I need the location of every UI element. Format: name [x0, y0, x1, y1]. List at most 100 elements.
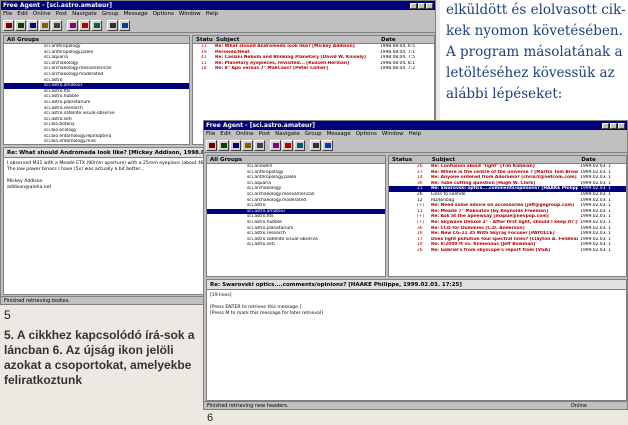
cell-subject: Re: Gabriel's from skyscope's report fro…	[430, 247, 551, 253]
menu-item[interactable]: Window	[179, 11, 201, 17]
col-status[interactable]: Status	[193, 37, 213, 43]
figure-number-6: 6	[207, 412, 214, 424]
message-list: 26 Re: Confusion about "light" [Tim Kahei…	[389, 164, 626, 254]
help-icon	[121, 22, 128, 28]
disconnect-icon	[17, 22, 24, 28]
toolbar-button[interactable]	[242, 139, 253, 151]
minimize-button[interactable]	[602, 122, 609, 129]
groups-pane: All Groups sci.anthropology sci.anthropol…	[3, 35, 190, 145]
message-list: 11 Re: What should Andromeda look like? […	[193, 44, 434, 72]
article-text-column: elküldött és elolvasott cik-kek nyomon k…	[440, 0, 628, 120]
menu-item[interactable]: Help	[409, 131, 422, 137]
toolbar-button[interactable]	[107, 19, 118, 31]
menu-item[interactable]: Online	[236, 131, 254, 137]
menu-item[interactable]: Message	[124, 11, 148, 17]
mark-icon	[272, 142, 279, 148]
toolbar-button[interactable]	[206, 139, 217, 151]
delete-icon	[81, 22, 88, 28]
toolbar-button[interactable]	[79, 19, 90, 31]
col-subject[interactable]: Subject	[429, 157, 578, 163]
print-icon	[93, 22, 100, 28]
toolbar-button[interactable]	[230, 139, 241, 151]
article-pane: Re: Swarovski optics....comments/opinion…	[206, 279, 627, 401]
menu-item[interactable]: Navigate	[275, 131, 300, 137]
post-icon	[232, 142, 239, 148]
menu-item[interactable]: Group	[102, 11, 119, 17]
toolbar-button[interactable]	[294, 139, 305, 151]
caption-text: 5. A cikkhez kapcsolódó írá-sok a láncba…	[4, 328, 195, 387]
close-button[interactable]	[426, 2, 433, 9]
toolbar	[1, 18, 435, 33]
toolbar-button[interactable]	[310, 139, 321, 151]
list-item[interactable]: sci.bio.entomology.misc	[4, 139, 189, 144]
figure-number-5: 5	[4, 308, 11, 322]
forward-icon	[256, 142, 263, 148]
groups-header: All Groups	[210, 156, 243, 163]
figure-caption: 5 5. A cikkhez kapcsolódó írá-sok a lánc…	[4, 308, 200, 388]
group-list: sci.answers sci.anthropology sci.anthropol…	[207, 164, 385, 248]
menu-bar: File Edit Online Post Navigate Group Message Op…	[1, 10, 435, 18]
col-date[interactable]: Date	[578, 157, 626, 163]
col-status[interactable]: Status	[389, 157, 429, 163]
toolbar-button[interactable]	[91, 19, 102, 31]
toolbar-button[interactable]	[67, 19, 78, 31]
cell-subject: Re: 8" Apo versus 7" MakCass? [Peter Col…	[215, 66, 328, 72]
disconnect-icon	[220, 142, 227, 148]
menu-item[interactable]: Options	[356, 131, 377, 137]
menu-item[interactable]: Help	[206, 11, 219, 17]
mark-icon	[69, 22, 76, 28]
toolbar-button[interactable]	[15, 19, 26, 31]
toolbar-button[interactable]	[254, 139, 265, 151]
table-row[interactable]: 18 Re: 8" Apo versus 7" MakCass? [Peter C…	[193, 66, 434, 72]
groups-pane: All Groups sci.answers sci.anthropology sc…	[206, 155, 386, 277]
menu-item[interactable]: Options	[153, 11, 174, 17]
window-titlebar[interactable]: Free Agent - [sci.astro.amateur]	[1, 1, 435, 10]
reply-icon	[41, 22, 48, 28]
connect-icon	[5, 22, 12, 28]
menu-item[interactable]: Window	[382, 131, 404, 137]
toolbar-button[interactable]	[27, 19, 38, 31]
toolbar-button[interactable]	[119, 19, 130, 31]
menu-item[interactable]: File	[3, 11, 12, 17]
menu-item[interactable]: File	[206, 131, 215, 137]
col-subject[interactable]: Subject	[213, 37, 378, 43]
minimize-button[interactable]	[410, 2, 417, 9]
menu-item[interactable]: Navigate	[72, 11, 97, 17]
menu-item[interactable]: Group	[305, 131, 322, 137]
menu-bar: File Edit Online Post Navigate Group Message Op…	[204, 130, 627, 138]
options-icon	[312, 142, 319, 148]
toolbar-button[interactable]	[51, 19, 62, 31]
toolbar-button[interactable]	[218, 139, 229, 151]
menu-item[interactable]: Edit	[17, 11, 28, 17]
menu-item[interactable]: Message	[327, 131, 351, 137]
maximize-button[interactable]	[610, 122, 617, 129]
status-online: Online	[570, 403, 587, 409]
maximize-button[interactable]	[418, 2, 425, 9]
window-title: Free Agent - [sci.astro.amateur]	[3, 2, 113, 9]
toolbar-button[interactable]	[270, 139, 281, 151]
col-date[interactable]: Date	[378, 37, 433, 43]
groups-header: All Groups	[7, 36, 40, 43]
connect-icon	[208, 142, 215, 148]
reply-icon	[244, 142, 251, 148]
article-header: Re: Swarovski optics....comments/opinion…	[207, 280, 626, 290]
free-agent-window-front: Free Agent - [sci.astro.amateur] File Edi…	[203, 120, 628, 410]
article-paragraph: elküldött és elolvasott cik-kek nyomon k…	[446, 2, 626, 102]
toolbar-button[interactable]	[322, 139, 333, 151]
menu-item[interactable]: Edit	[220, 131, 231, 137]
window-title: Free Agent - [sci.astro.amateur]	[206, 122, 316, 129]
toolbar-button[interactable]	[282, 139, 293, 151]
table-row[interactable]: 26 Re: Gabriel's from skyscope's report f…	[389, 248, 626, 254]
list-item[interactable]: sci.astro.seti	[207, 242, 385, 248]
menu-item[interactable]: Online	[33, 11, 51, 17]
help-icon	[324, 142, 331, 148]
close-button[interactable]	[618, 122, 625, 129]
cell-n: 18	[201, 66, 207, 72]
cell-n: 26	[417, 247, 423, 253]
toolbar	[204, 138, 627, 153]
window-titlebar[interactable]: Free Agent - [sci.astro.amateur]	[204, 121, 627, 130]
menu-item[interactable]: Post	[259, 131, 271, 137]
menu-item[interactable]: Post	[56, 11, 68, 17]
toolbar-button[interactable]	[3, 19, 14, 31]
toolbar-button[interactable]	[39, 19, 50, 31]
